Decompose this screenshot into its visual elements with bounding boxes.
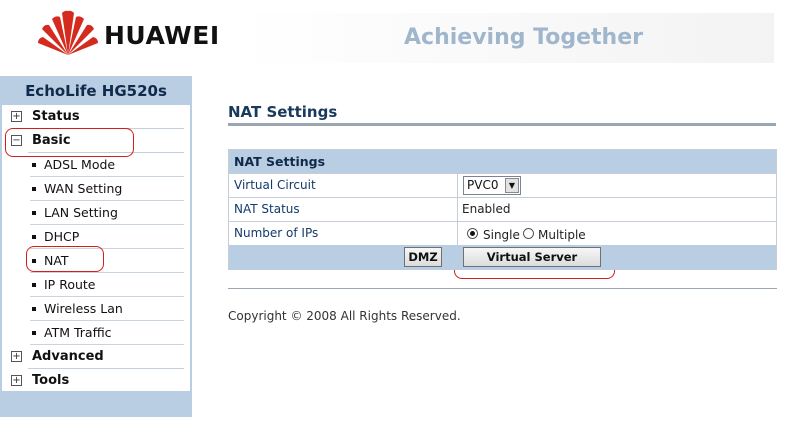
- multiple-radio[interactable]: [523, 228, 534, 239]
- sidebar-item-label: Status: [32, 109, 80, 124]
- button-row: DMZ Virtual Server: [229, 245, 776, 270]
- device-name: EchoLife HG520s: [25, 82, 167, 100]
- nat-status-label: NAT Status: [234, 202, 300, 216]
- cell-divider: [457, 198, 458, 221]
- panel-header: NAT Settings: [229, 150, 776, 173]
- virtual-circuit-select[interactable]: PVC0 ▼: [463, 176, 521, 195]
- sidebar-item-label: ATM Traffic: [44, 325, 112, 340]
- cell-divider: [457, 222, 458, 245]
- nat-settings-panel: NAT Settings Virtual Circuit PVC0 ▼ NAT …: [228, 149, 777, 270]
- nat-status-value: Enabled: [462, 202, 511, 216]
- sidebar-item-atm-traffic[interactable]: ATM Traffic: [2, 321, 188, 345]
- plus-icon[interactable]: +: [11, 375, 22, 386]
- bullet-icon: [32, 307, 36, 311]
- panel-header-label: NAT Settings: [234, 154, 326, 169]
- sidebar-item-label: IP Route: [44, 277, 96, 292]
- sidebar-item-tools[interactable]: + Tools: [2, 369, 188, 393]
- single-radio-label: Single: [483, 228, 520, 242]
- sidebar-item-ip-route[interactable]: IP Route: [2, 273, 188, 297]
- bullet-icon: [32, 163, 36, 167]
- brand-name: HUAWEI: [104, 21, 220, 50]
- dmz-button[interactable]: DMZ: [404, 247, 442, 267]
- footer-divider: [228, 288, 777, 289]
- sidebar-item-status[interactable]: + Status: [2, 105, 188, 129]
- huawei-logo-icon: [38, 10, 98, 55]
- header: HUAWEI Achieving Together: [0, 0, 790, 75]
- annotation-nat-highlight: [26, 246, 104, 272]
- virtual-server-button[interactable]: Virtual Server: [463, 247, 601, 267]
- copyright: Copyright © 2008 All Rights Reserved.: [228, 309, 461, 323]
- virtual-circuit-label: Virtual Circuit: [234, 178, 316, 192]
- single-radio[interactable]: [467, 228, 478, 239]
- sidebar-item-label: LAN Setting: [44, 205, 118, 220]
- bullet-icon: [32, 187, 36, 191]
- sidebar-item-lan-setting[interactable]: LAN Setting: [2, 201, 188, 225]
- sidebar-item-label: Tools: [32, 373, 70, 388]
- chevron-down-icon[interactable]: ▼: [505, 178, 519, 193]
- sidebar-item-label: WAN Setting: [44, 181, 123, 196]
- bullet-icon: [32, 331, 36, 335]
- cell-divider: [457, 174, 458, 197]
- sidebar-item-label: Wireless Lan: [44, 301, 123, 316]
- virtual-circuit-value: PVC0: [467, 178, 499, 192]
- sidebar-item-wireless-lan[interactable]: Wireless Lan: [2, 297, 188, 321]
- tagline: Achieving Together: [404, 25, 643, 50]
- sidebar-item-label: ADSL Mode: [44, 157, 116, 172]
- page-title: NAT Settings: [228, 103, 338, 121]
- bullet-icon: [32, 283, 36, 287]
- title-divider: [228, 123, 776, 126]
- sidebar-item-advanced[interactable]: + Advanced: [2, 345, 188, 369]
- multiple-radio-label: Multiple: [538, 228, 586, 242]
- sidebar-item-label: Advanced: [32, 349, 104, 364]
- number-of-ips-label: Number of IPs: [234, 226, 319, 240]
- bullet-icon: [32, 211, 36, 215]
- row-number-of-ips: Number of IPs Single Multiple: [229, 221, 776, 245]
- sidebar-item-wan-setting[interactable]: WAN Setting: [2, 177, 188, 201]
- row-virtual-circuit: Virtual Circuit PVC0 ▼: [229, 173, 776, 197]
- sidebar-item-label: DHCP: [44, 229, 80, 244]
- plus-icon[interactable]: +: [11, 351, 22, 362]
- annotation-basic-highlight: [5, 128, 134, 157]
- bullet-icon: [32, 235, 36, 239]
- row-nat-status: NAT Status Enabled: [229, 197, 776, 221]
- plus-icon[interactable]: +: [11, 111, 22, 122]
